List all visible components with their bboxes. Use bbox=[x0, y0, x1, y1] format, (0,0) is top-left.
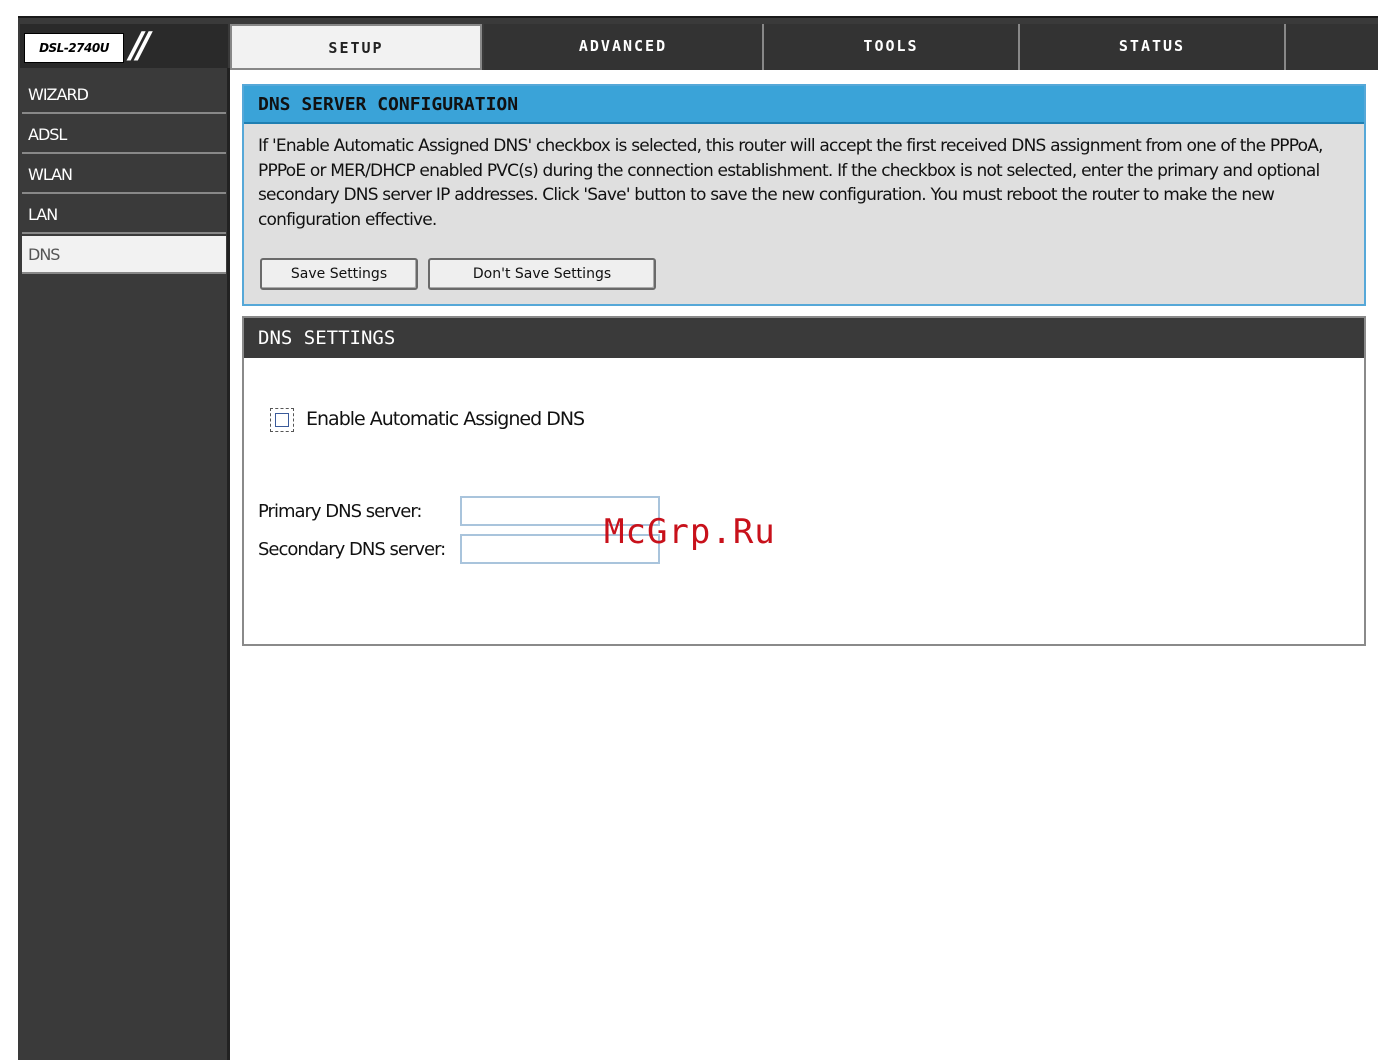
panel-header: DNS SETTINGS bbox=[244, 318, 1364, 358]
tab-setup[interactable]: SETUP bbox=[230, 24, 482, 70]
tab-advanced[interactable]: ADVANCED bbox=[484, 24, 764, 70]
primary-dns-label: Primary DNS server: bbox=[258, 501, 422, 522]
panel-header: DNS SERVER CONFIGURATION bbox=[244, 86, 1364, 124]
dns-server-configuration-panel: DNS SERVER CONFIGURATION If 'Enable Auto… bbox=[242, 84, 1366, 306]
top-navigation-bar: DSL-2740U // SETUP ADVANCED TOOLS STATUS bbox=[18, 16, 1378, 70]
tab-status[interactable]: STATUS bbox=[1020, 24, 1286, 70]
watermark: McGrp.Ru bbox=[604, 512, 776, 552]
panel-title: DNS SERVER CONFIGURATION bbox=[258, 94, 519, 115]
sidebar-item-dns[interactable]: DNS bbox=[22, 236, 226, 274]
dns-settings-panel: DNS SETTINGS Enable Automatic Assigned D… bbox=[242, 316, 1366, 646]
model-name: DSL-2740U bbox=[24, 33, 124, 63]
brand-slash-icon: // bbox=[130, 25, 150, 66]
sidebar-item-wizard[interactable]: WIZARD bbox=[22, 76, 226, 114]
tab-help[interactable] bbox=[1286, 24, 1378, 70]
sidebar-item-wlan[interactable]: WLAN bbox=[22, 156, 226, 194]
sidebar: WIZARD ADSL WLAN LAN DNS bbox=[18, 68, 230, 1060]
dont-save-settings-button[interactable]: Don't Save Settings bbox=[428, 258, 656, 290]
secondary-dns-label: Secondary DNS server: bbox=[258, 539, 446, 560]
sidebar-item-lan[interactable]: LAN bbox=[22, 196, 226, 234]
save-settings-button[interactable]: Save Settings bbox=[260, 258, 418, 290]
brand-area: DSL-2740U // bbox=[20, 24, 228, 68]
auto-dns-label: Enable Automatic Assigned DNS bbox=[306, 408, 585, 430]
auto-dns-checkbox[interactable] bbox=[270, 408, 294, 432]
tab-tools[interactable]: TOOLS bbox=[764, 24, 1020, 70]
panel-description: If 'Enable Automatic Assigned DNS' check… bbox=[258, 136, 1323, 230]
panel-title: DNS SETTINGS bbox=[258, 327, 396, 349]
sidebar-item-adsl[interactable]: ADSL bbox=[22, 116, 226, 154]
